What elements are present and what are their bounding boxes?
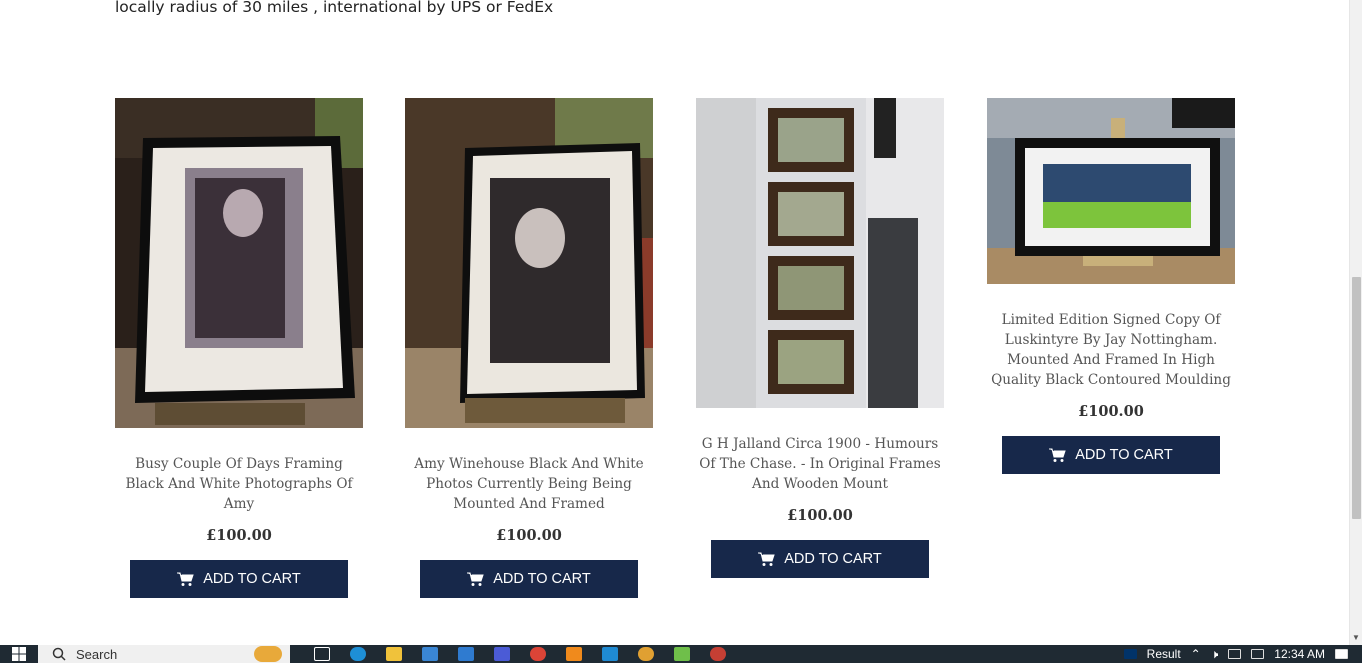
product-card: G H Jalland Circa 1900 - Humours Of The … xyxy=(696,98,944,578)
scrollbar-thumb[interactable] xyxy=(1352,277,1361,519)
mail-icon[interactable] xyxy=(458,647,474,661)
add-to-cart-button[interactable]: ADD TO CART xyxy=(420,560,638,598)
product-price: £100.00 xyxy=(787,507,853,524)
start-button[interactable] xyxy=(0,645,38,663)
tool-icon[interactable] xyxy=(674,647,690,661)
app-icon[interactable] xyxy=(494,647,510,661)
product-image[interactable] xyxy=(987,98,1235,284)
search-highlight-icon xyxy=(254,646,282,662)
product-price: £100.00 xyxy=(1078,403,1144,420)
product-title[interactable]: Busy Couple Of Days Framing Black And Wh… xyxy=(115,454,363,514)
product-card: Amy Winehouse Black And White Photos Cur… xyxy=(405,98,653,598)
notification-icon[interactable] xyxy=(1335,649,1348,659)
product-card: Limited Edition Signed Copy Of Luskintyr… xyxy=(987,98,1235,474)
add-to-cart-label: ADD TO CART xyxy=(203,571,301,587)
product-price: £100.00 xyxy=(496,527,562,544)
add-to-cart-label: ADD TO CART xyxy=(1075,447,1173,463)
cart-icon xyxy=(467,572,484,586)
product-image[interactable] xyxy=(115,98,363,428)
product-price: £100.00 xyxy=(206,527,272,544)
clock[interactable]: 12:34 AM xyxy=(1274,647,1325,661)
product-title[interactable]: Amy Winehouse Black And White Photos Cur… xyxy=(405,454,653,514)
search-icon xyxy=(52,647,66,661)
nfl-icon[interactable] xyxy=(1123,649,1137,659)
add-to-cart-label: ADD TO CART xyxy=(493,571,591,587)
vscode-icon[interactable] xyxy=(602,647,618,661)
windows-logo-icon xyxy=(12,647,26,661)
product-card: Busy Couple Of Days Framing Black And Wh… xyxy=(115,98,363,598)
scroll-down-arrow-icon[interactable]: ▼ xyxy=(1352,633,1360,642)
add-to-cart-button[interactable]: ADD TO CART xyxy=(711,540,929,578)
tray-label[interactable]: Result xyxy=(1147,647,1181,661)
chevron-up-icon[interactable]: ⌃ xyxy=(1191,647,1201,661)
chrome-icon[interactable] xyxy=(530,647,546,661)
product-title[interactable]: G H Jalland Circa 1900 - Humours Of The … xyxy=(696,434,944,494)
search-placeholder: Search xyxy=(76,646,118,662)
cart-icon xyxy=(1049,448,1066,462)
product-image[interactable] xyxy=(405,98,653,428)
battery-icon[interactable] xyxy=(1251,649,1265,659)
task-view-icon[interactable] xyxy=(314,647,330,661)
page-scrollbar[interactable]: ▼ xyxy=(1349,0,1362,645)
chrome-profile-icon[interactable] xyxy=(638,647,654,661)
network-icon[interactable] xyxy=(1228,649,1242,659)
shipping-text: locally radius of 30 miles , internation… xyxy=(115,0,554,16)
cart-icon xyxy=(177,572,194,586)
vlc-icon[interactable] xyxy=(566,647,582,661)
add-to-cart-label: ADD TO CART xyxy=(784,551,882,567)
windows-taskbar: Search Result ⌃ 🕨 12:34 AM xyxy=(0,645,1362,663)
taskbar-search[interactable]: Search xyxy=(38,645,290,663)
volume-icon[interactable]: 🕨 xyxy=(1211,647,1219,662)
file-explorer-icon[interactable] xyxy=(386,647,402,661)
product-image[interactable] xyxy=(696,98,944,408)
add-to-cart-button[interactable]: ADD TO CART xyxy=(1002,436,1220,474)
add-to-cart-button[interactable]: ADD TO CART xyxy=(130,560,348,598)
product-title[interactable]: Limited Edition Signed Copy Of Luskintyr… xyxy=(987,310,1235,390)
cart-icon xyxy=(758,552,775,566)
store-icon[interactable] xyxy=(422,647,438,661)
chrome-active-icon[interactable] xyxy=(710,647,726,661)
edge-browser-icon[interactable] xyxy=(350,647,366,661)
system-tray: Result ⌃ 🕨 12:34 AM xyxy=(1123,645,1362,663)
